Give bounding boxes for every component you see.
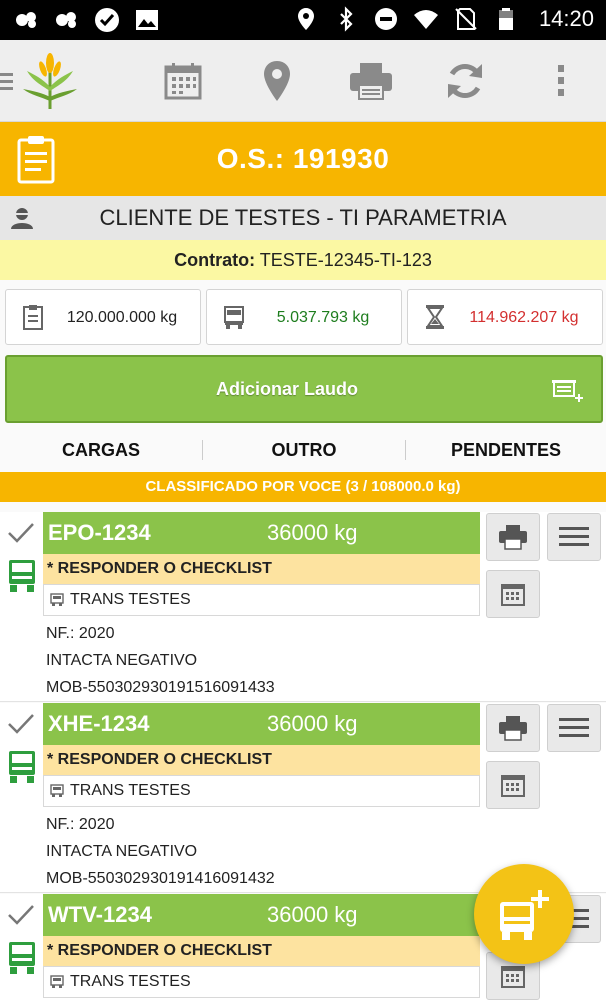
print-button[interactable] — [486, 704, 540, 752]
messenger-icon — [16, 12, 36, 28]
truck-icon — [50, 975, 64, 988]
truck-icon — [9, 751, 35, 783]
card-plate: WTV-1234 — [48, 902, 152, 927]
tab-cargas[interactable]: CARGAS — [0, 428, 202, 472]
transport-name: TRANS TESTES — [70, 973, 191, 990]
card-status: INTACTA NEGATIVO — [46, 843, 198, 860]
transport-field: TRANS TESTES — [43, 966, 480, 998]
calendar-button[interactable] — [486, 570, 540, 618]
card-nf: NF.: 2020 — [46, 816, 115, 833]
card-nf: NF.: 2020 — [46, 625, 115, 642]
messenger-icon — [56, 12, 76, 28]
card-header: WTV-1234 36000 kg — [43, 894, 480, 936]
load-card[interactable]: EPO-1234 36000 kg * RESPONDER O CHECKLIS… — [0, 512, 606, 702]
stat-total-value: 120.000.000 kg — [66, 309, 178, 326]
hourglass-icon — [426, 305, 444, 329]
battery-icon — [498, 8, 513, 30]
contract-row: Contrato: TESTE-12345-TI-123 — [0, 240, 606, 280]
client-row: CLIENTE DE TESTES - TI PARAMETRIA — [0, 196, 606, 240]
stat-loaded-value: 5.037.793 kg — [276, 309, 370, 326]
truck-icon — [50, 784, 64, 797]
order-header: O.S.: 191930 — [0, 122, 606, 196]
order-title: O.S.: 191930 — [216, 143, 390, 174]
clock: 14:20 — [538, 6, 594, 31]
card-weight: 36000 kg — [267, 520, 358, 545]
checklist-link[interactable]: * RESPONDER O CHECKLIST — [43, 745, 480, 775]
card-plate: XHE-1234 — [48, 711, 150, 736]
card-plate: EPO-1234 — [48, 520, 151, 545]
add-truck-fab[interactable] — [474, 864, 574, 964]
image-icon — [136, 10, 158, 30]
tab-bar: CARGAS OUTRO PENDENTES — [0, 428, 606, 472]
tab-pendentes[interactable]: PENDENTES — [406, 428, 606, 472]
map-pin-icon[interactable] — [254, 58, 300, 104]
truck-icon — [50, 593, 64, 606]
transport-field: TRANS TESTES — [43, 584, 480, 616]
stat-loaded: 5.037.793 kg — [206, 289, 402, 345]
stat-total: 120.000.000 kg — [5, 289, 201, 345]
app-toolbar — [0, 40, 606, 122]
add-laudo-label: Adicionar Laudo — [215, 379, 358, 399]
no-sim-icon — [455, 8, 477, 30]
card-code: MOB-550302930191516091433 — [46, 679, 275, 696]
wifi-icon — [413, 10, 438, 29]
check-circle-icon — [95, 8, 119, 32]
tab-outro[interactable]: OUTRO — [203, 428, 405, 472]
notification-icons — [14, 7, 160, 33]
stat-remaining-value: 114.962.207 kg — [469, 309, 579, 326]
checklist-link[interactable]: * RESPONDER O CHECKLIST — [43, 936, 480, 966]
do-not-disturb-icon — [374, 8, 397, 30]
add-laudo-button[interactable]: Adicionar Laudo — [5, 355, 603, 423]
truck-icon — [9, 560, 35, 592]
menu-button[interactable] — [547, 704, 601, 752]
transport-name: TRANS TESTES — [70, 782, 191, 799]
system-icons: 14:20 — [293, 6, 594, 32]
transport-name: TRANS TESTES — [70, 591, 191, 608]
clipboard-icon — [23, 305, 43, 330]
calendar-icon[interactable] — [160, 58, 206, 104]
app-logo — [20, 50, 80, 112]
check-icon — [8, 523, 34, 543]
transport-field: TRANS TESTES — [43, 775, 480, 807]
add-truck-icon — [500, 890, 549, 940]
menu-button[interactable] — [547, 513, 601, 561]
stat-remaining: 114.962.207 kg — [407, 289, 603, 345]
section-header: CLASSIFICADO POR VOCE (3 / 108000.0 kg) — [0, 472, 606, 502]
truck-icon — [224, 306, 244, 329]
check-icon — [8, 714, 34, 734]
contract-label: Contrato: — [174, 250, 256, 270]
print-button[interactable] — [486, 513, 540, 561]
card-weight: 36000 kg — [267, 711, 358, 736]
bluetooth-icon — [340, 6, 353, 32]
contract-value: TESTE-12345-TI-123 — [259, 250, 432, 270]
more-vert-icon[interactable] — [538, 58, 584, 104]
menu-icon[interactable] — [0, 58, 20, 104]
status-bar: 14:20 — [0, 0, 606, 40]
card-code: MOB-550302930191416091432 — [46, 870, 275, 887]
printer-icon[interactable] — [348, 58, 394, 104]
checklist-link[interactable]: * RESPONDER O CHECKLIST — [43, 554, 480, 584]
card-weight: 36000 kg — [267, 902, 358, 927]
card-header: EPO-1234 36000 kg — [43, 512, 480, 554]
card-status: INTACTA NEGATIVO — [46, 652, 198, 669]
add-laudo-icon — [552, 380, 583, 402]
check-icon — [8, 905, 34, 925]
location-icon — [297, 8, 314, 30]
calendar-button[interactable] — [486, 761, 540, 809]
client-name: CLIENTE DE TESTES - TI PARAMETRIA — [99, 205, 507, 230]
refresh-icon[interactable] — [442, 58, 488, 104]
truck-icon — [9, 942, 35, 974]
card-header: XHE-1234 36000 kg — [43, 703, 480, 745]
